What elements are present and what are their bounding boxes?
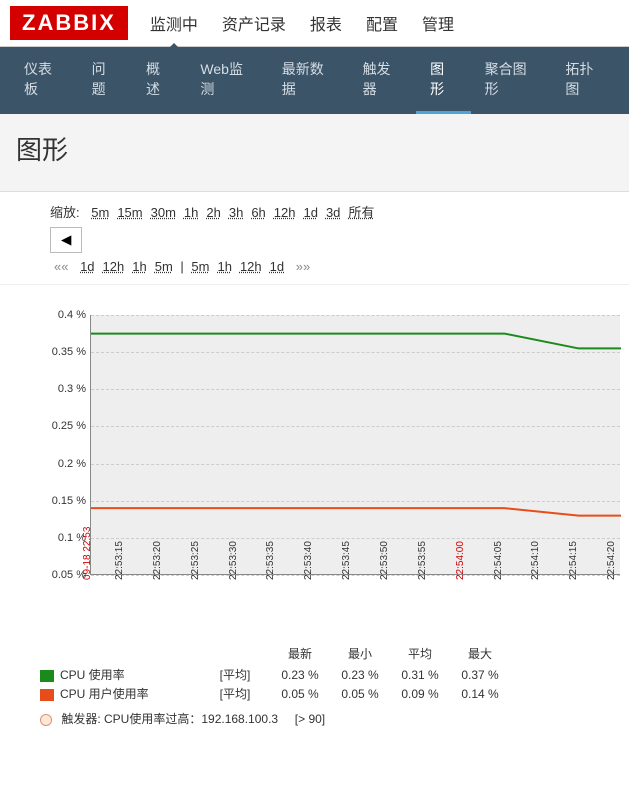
top-nav: ZABBIX 监测中资产记录报表配置管理 [0,0,629,47]
chart-svg [91,315,621,575]
time-nav-link[interactable]: 1d [80,259,94,274]
zoom-link[interactable]: 所有 [348,205,374,220]
trigger-cond: [> 90] [295,712,325,726]
sub-nav-item[interactable]: 问题 [78,47,132,114]
time-nav-link[interactable]: 1d [270,259,284,274]
sub-nav-item[interactable]: 触发器 [349,47,417,114]
sub-nav: 仪表板问题概述Web监测最新数据触发器图形聚合图形拓扑图 [0,47,629,114]
legend-col-latest: 最新 [270,645,330,662]
legend-value: 0.09 % [390,687,450,701]
sub-nav-item[interactable]: 最新数据 [268,47,349,114]
ctrl-row: ◀ [50,227,579,253]
series-line [91,334,621,349]
zoom-label: 缩放: [50,205,80,220]
legend-row: CPU 用户使用率[平均]0.05 %0.05 %0.09 %0.14 % [40,685,620,702]
trigger-label: 触发器: CPU使用率过高：192.168.100.3 [61,712,278,726]
zoom-link[interactable]: 5m [91,205,109,220]
time-nav-link[interactable]: 12h [103,259,125,274]
sub-nav-item[interactable]: 聚合图形 [471,47,552,114]
legend-value: 0.31 % [390,668,450,682]
zoom-row: 缩放: 5m 15m 30m 1h 2h 3h 6h 12h 1d 3d 所有 [50,202,579,221]
sub-nav-item[interactable]: 拓扑图 [551,47,619,114]
time-nav-row: «« 1d12h1h5m | 5m1h12h1d »» [50,259,579,274]
y-tick-label: 0.15 % [41,495,86,507]
filter-bar: 缩放: 5m 15m 30m 1h 2h 3h 6h 12h 1d 3d 所有 ◀ «« 1d 12h… [0,192,629,285]
legend-name: CPU 使用率 [60,668,125,682]
y-tick-label: 0.3 % [41,383,86,395]
zoom-link[interactable]: 6h [251,205,265,220]
legend-value: 0.23 % [330,668,390,682]
y-tick-label: 0.25 % [41,420,86,432]
zoom-link[interactable]: 15m [117,205,142,220]
logo[interactable]: ZABBIX [10,6,128,40]
legend: 最新 最小 平均 最大 CPU 使用率[平均]0.23 %0.23 %0.31 … [40,645,620,727]
prev-button[interactable]: ◀ [50,227,82,253]
legend-value: 0.23 % [270,668,330,682]
zoom-link[interactable]: 12h [274,205,296,220]
legend-swatch-icon [40,670,54,682]
plot-area: 0.05 %0.1 %0.15 %0.2 %0.25 %0.3 %0.35 %0… [90,315,620,575]
top-menu-item[interactable]: 管理 [420,7,456,39]
legend-agg: [平均] [200,685,270,702]
time-nav-link[interactable]: 5m [155,259,173,274]
legend-col-avg: 平均 [390,645,450,662]
trigger-row: 触发器: CPU使用率过高：192.168.100.3 [> 90] [40,710,620,727]
legend-value: 0.05 % [270,687,330,701]
zoom-link[interactable]: 1d [303,205,317,220]
y-tick-label: 0.1 % [41,532,86,544]
trigger-swatch-icon [40,714,52,726]
y-tick-label: 0.2 % [41,458,86,470]
y-tick-label: 0.35 % [41,346,86,358]
nav-right-arrows[interactable]: »» [296,259,310,274]
zoom-link[interactable]: 1h [184,205,198,220]
legend-col-min: 最小 [330,645,390,662]
top-menu-item[interactable]: 资产记录 [220,7,288,39]
zoom-link[interactable]: 30m [151,205,176,220]
legend-swatch-icon [40,689,54,701]
zoom-link[interactable]: 2h [206,205,220,220]
legend-agg: [平均] [200,666,270,683]
zoom-link[interactable]: 3d [326,205,340,220]
legend-header: 最新 最小 平均 最大 [40,645,620,662]
sub-nav-item[interactable]: 概述 [132,47,186,114]
page-title-bar: 图形 [0,114,629,192]
time-nav-link[interactable]: 1h [217,259,231,274]
time-nav-link[interactable]: 12h [240,259,262,274]
zoom-link[interactable]: 3h [229,205,243,220]
chart-wrap: 0.05 % 0.1 % 0.15 % 0.2 % 0.25 % 0.3 % 0.35 % 0… [0,305,629,737]
time-nav-link[interactable]: 5m [191,259,209,274]
sub-nav-item[interactable]: 仪表板 [10,47,78,114]
page-title: 图形 [16,130,613,167]
sub-nav-item[interactable]: Web监测 [186,47,267,114]
top-menu-item[interactable]: 报表 [308,7,344,39]
y-tick-label: 0.4 % [41,309,86,321]
sub-nav-item[interactable]: 图形 [416,47,470,114]
series-line [91,508,621,515]
top-menu: 监测中资产记录报表配置管理 [148,7,456,39]
nav-left-arrows[interactable]: «« [54,259,72,274]
chart: 0.05 % 0.1 % 0.15 % 0.2 % 0.25 % 0.3 % 0.35 % 0… [20,315,620,727]
time-nav-link[interactable]: 1h [132,259,146,274]
legend-value: 0.14 % [450,687,510,701]
legend-col-max: 最大 [450,645,510,662]
legend-value: 0.37 % [450,668,510,682]
top-menu-item[interactable]: 配置 [364,7,400,39]
top-menu-item[interactable]: 监测中 [148,7,200,39]
legend-name: CPU 用户使用率 [60,687,149,701]
legend-row: CPU 使用率[平均]0.23 %0.23 %0.31 %0.37 % [40,666,620,683]
legend-value: 0.05 % [330,687,390,701]
y-tick-label: 0.05 % [41,569,86,581]
